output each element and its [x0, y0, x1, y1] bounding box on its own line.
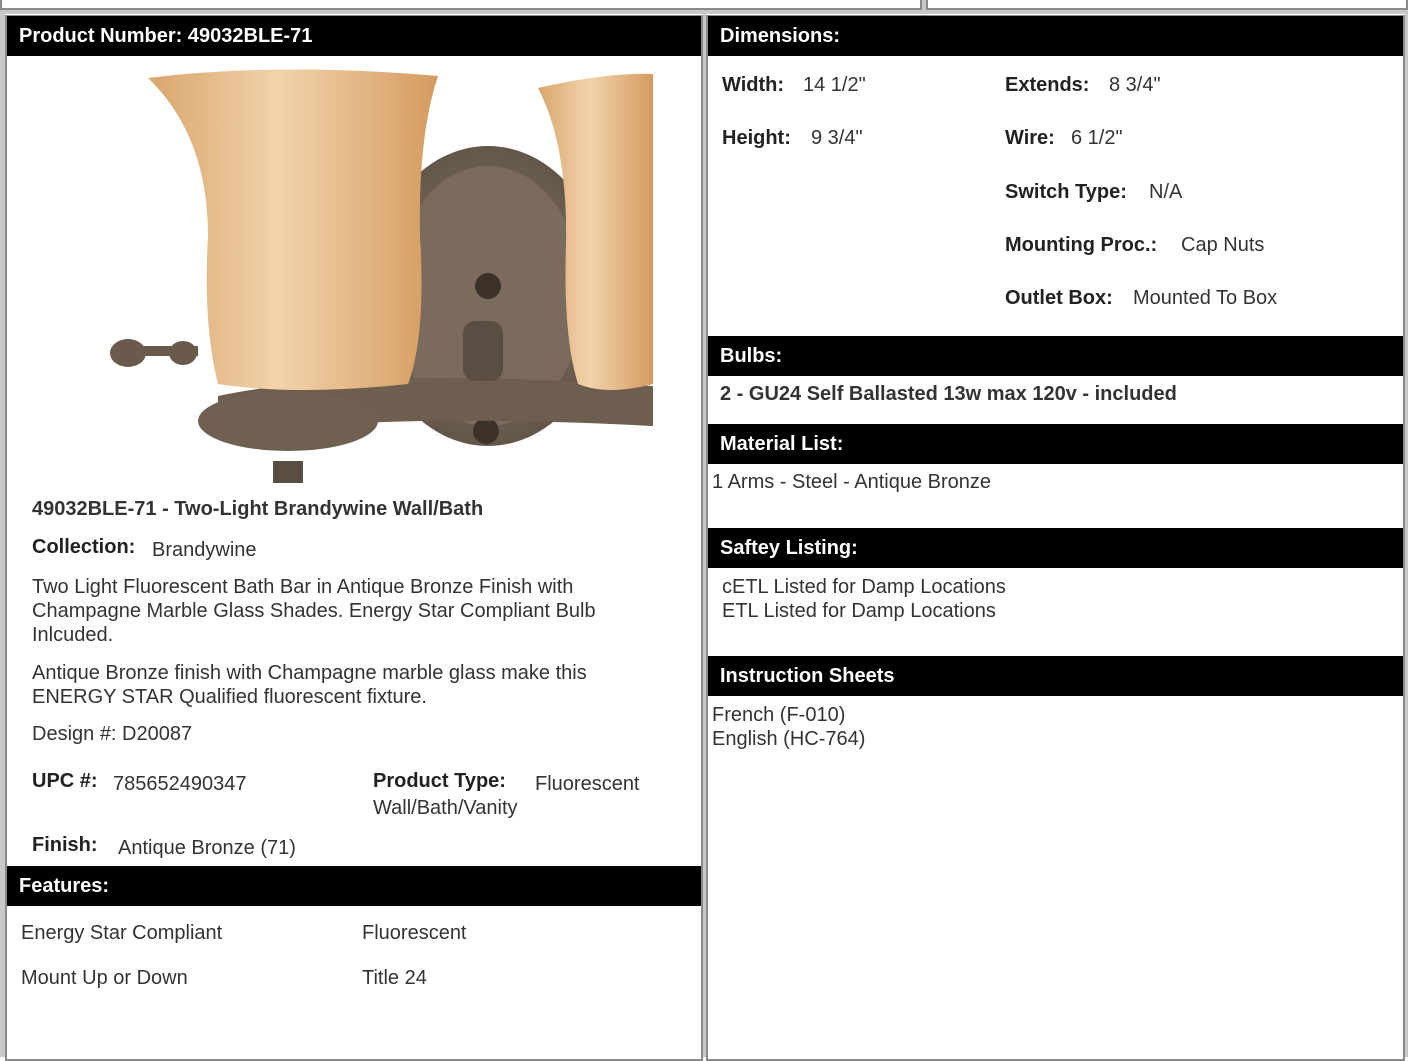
instruction-link-english[interactable]: English (HC-764): [712, 727, 865, 751]
features-header: Features:: [7, 866, 701, 906]
outlet-box-value: Mounted To Box: [1133, 287, 1278, 309]
product-number-header: Product Number: 49032BLE-71: [7, 16, 701, 56]
design-number: Design #: D20087: [32, 723, 193, 745]
marketing-line: Antique Bronze finish with Champagne mar…: [32, 662, 587, 684]
safety-listing-header: Saftey Listing:: [708, 528, 1403, 568]
finish-value: Antique Bronze (71): [118, 837, 296, 859]
wire-value: 6 1/2": [1071, 127, 1123, 149]
extends-label: Extends:: [1005, 74, 1090, 96]
material-item: 1 Arms - Steel - Antique Bronze: [712, 471, 992, 493]
product-title: 49032BLE-71 - Two-Light Brandywine Wall/…: [32, 498, 484, 520]
dimensions-header: Dimensions:: [708, 16, 1403, 56]
description-line: Two Light Fluorescent Bath Bar in Antiqu…: [32, 576, 574, 598]
safety-item: ETL Listed for Damp Locations: [722, 600, 996, 622]
mounting-label: Mounting Proc.:: [1005, 234, 1158, 256]
bulbs-header: Bulbs:: [708, 336, 1403, 376]
material-list-header: Material List:: [708, 424, 1403, 464]
switch-type-label: Switch Type:: [1005, 181, 1127, 203]
wall-light-fixture-image: [108, 66, 653, 483]
product-type-value: Fluorescent: [535, 773, 640, 795]
marketing-line: ENERGY STAR Qualified fluorescent fixtur…: [32, 686, 427, 708]
feature-item: Title 24: [362, 967, 427, 989]
feature-item: Energy Star Compliant: [21, 922, 223, 944]
product-type-label: Product Type:: [373, 770, 506, 792]
product-type-value-cont: Wall/Bath/Vanity: [373, 797, 518, 819]
top-cell-right: [926, 0, 1408, 10]
outlet-box-label: Outlet Box:: [1005, 287, 1113, 309]
bulbs-value: 2 - GU24 Self Ballasted 13w max 120v - i…: [720, 383, 1177, 405]
description-line: Inlcuded.: [32, 624, 114, 646]
width-value: 14 1/2": [803, 74, 866, 96]
height-value: 9 3/4": [811, 127, 863, 149]
upc-label: UPC #:: [32, 770, 98, 792]
mounting-value: Cap Nuts: [1181, 234, 1265, 256]
top-cell-left: [0, 0, 922, 10]
description-line: Champagne Marble Glass Shades. Energy St…: [32, 600, 596, 622]
fixture-illustration: [108, 66, 653, 483]
finish-label: Finish:: [32, 834, 98, 856]
feature-item: Mount Up or Down: [21, 967, 188, 989]
feature-item: Fluorescent: [362, 922, 467, 944]
height-label: Height:: [722, 127, 791, 149]
upc-value: 785652490347: [113, 773, 247, 795]
instruction-sheets-header: Instruction Sheets: [708, 656, 1403, 696]
collection-label: Collection:: [32, 536, 136, 558]
collection-value: Brandywine: [152, 539, 257, 561]
extends-value: 8 3/4": [1109, 74, 1161, 96]
instruction-link-french[interactable]: French (F-010): [712, 703, 845, 727]
safety-item: cETL Listed for Damp Locations: [722, 576, 1006, 598]
wire-label: Wire:: [1005, 127, 1055, 149]
width-label: Width:: [722, 74, 785, 96]
switch-type-value: N/A: [1149, 181, 1183, 203]
